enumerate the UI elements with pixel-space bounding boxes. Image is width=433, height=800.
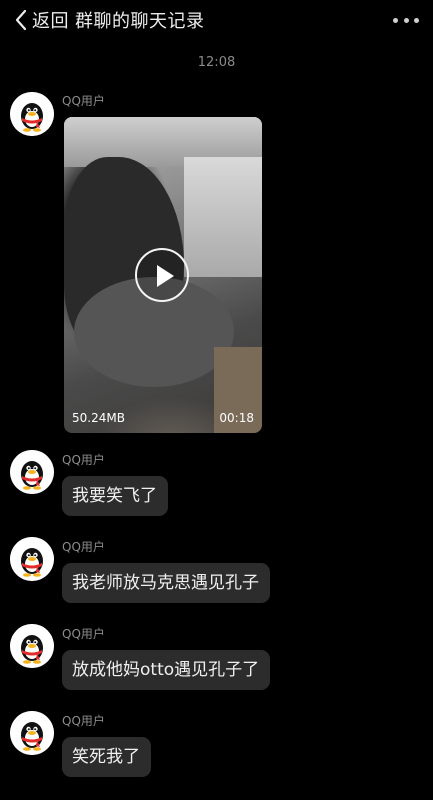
video-duration: 00:18 [219,411,254,425]
sender-name: QQ用户 [62,94,105,108]
message-bubble[interactable]: 笑死我了 [62,737,151,777]
avatar[interactable] [10,450,54,494]
avatar[interactable] [10,537,54,581]
play-icon [157,265,174,287]
message-timestamp: 12:08 [197,55,236,70]
more-dot [403,17,409,23]
qq-penguin-icon [10,537,54,581]
avatar[interactable] [10,624,54,668]
qq-penguin-icon [10,92,54,136]
qq-penguin-icon [10,711,54,755]
message-bubble[interactable]: 放成他妈otto遇见孔子了 [62,650,271,690]
avatar[interactable] [10,711,54,755]
video-file-size: 50.24MB [72,411,125,425]
top-bar: 返回 群聊的聊天记录 [0,0,433,40]
sender-name: QQ用户 [62,453,105,467]
sender-name: QQ用户 [62,540,105,554]
page-title: 群聊的聊天记录 [75,11,205,32]
more-dots-icon [393,17,398,23]
sender-name: QQ用户 [62,714,105,728]
video-frame-screen [184,157,262,277]
qq-penguin-icon [10,450,54,494]
more-options-button[interactable] [393,12,419,28]
play-button[interactable] [135,248,189,302]
back-label: 返回 [32,11,69,32]
message-bubble[interactable]: 我老师放马克思遇见孔子 [62,563,270,603]
sender-name: QQ用户 [62,627,105,641]
qq-penguin-icon [10,624,54,668]
avatar[interactable] [10,92,54,136]
chevron-left-icon [15,9,27,31]
more-dot [414,17,419,23]
message-bubble[interactable]: 我要笑飞了 [62,476,168,516]
back-button[interactable]: 返回 群聊的聊天记录 [14,6,205,34]
video-thumbnail[interactable]: 50.24MB 00:18 [64,117,262,433]
